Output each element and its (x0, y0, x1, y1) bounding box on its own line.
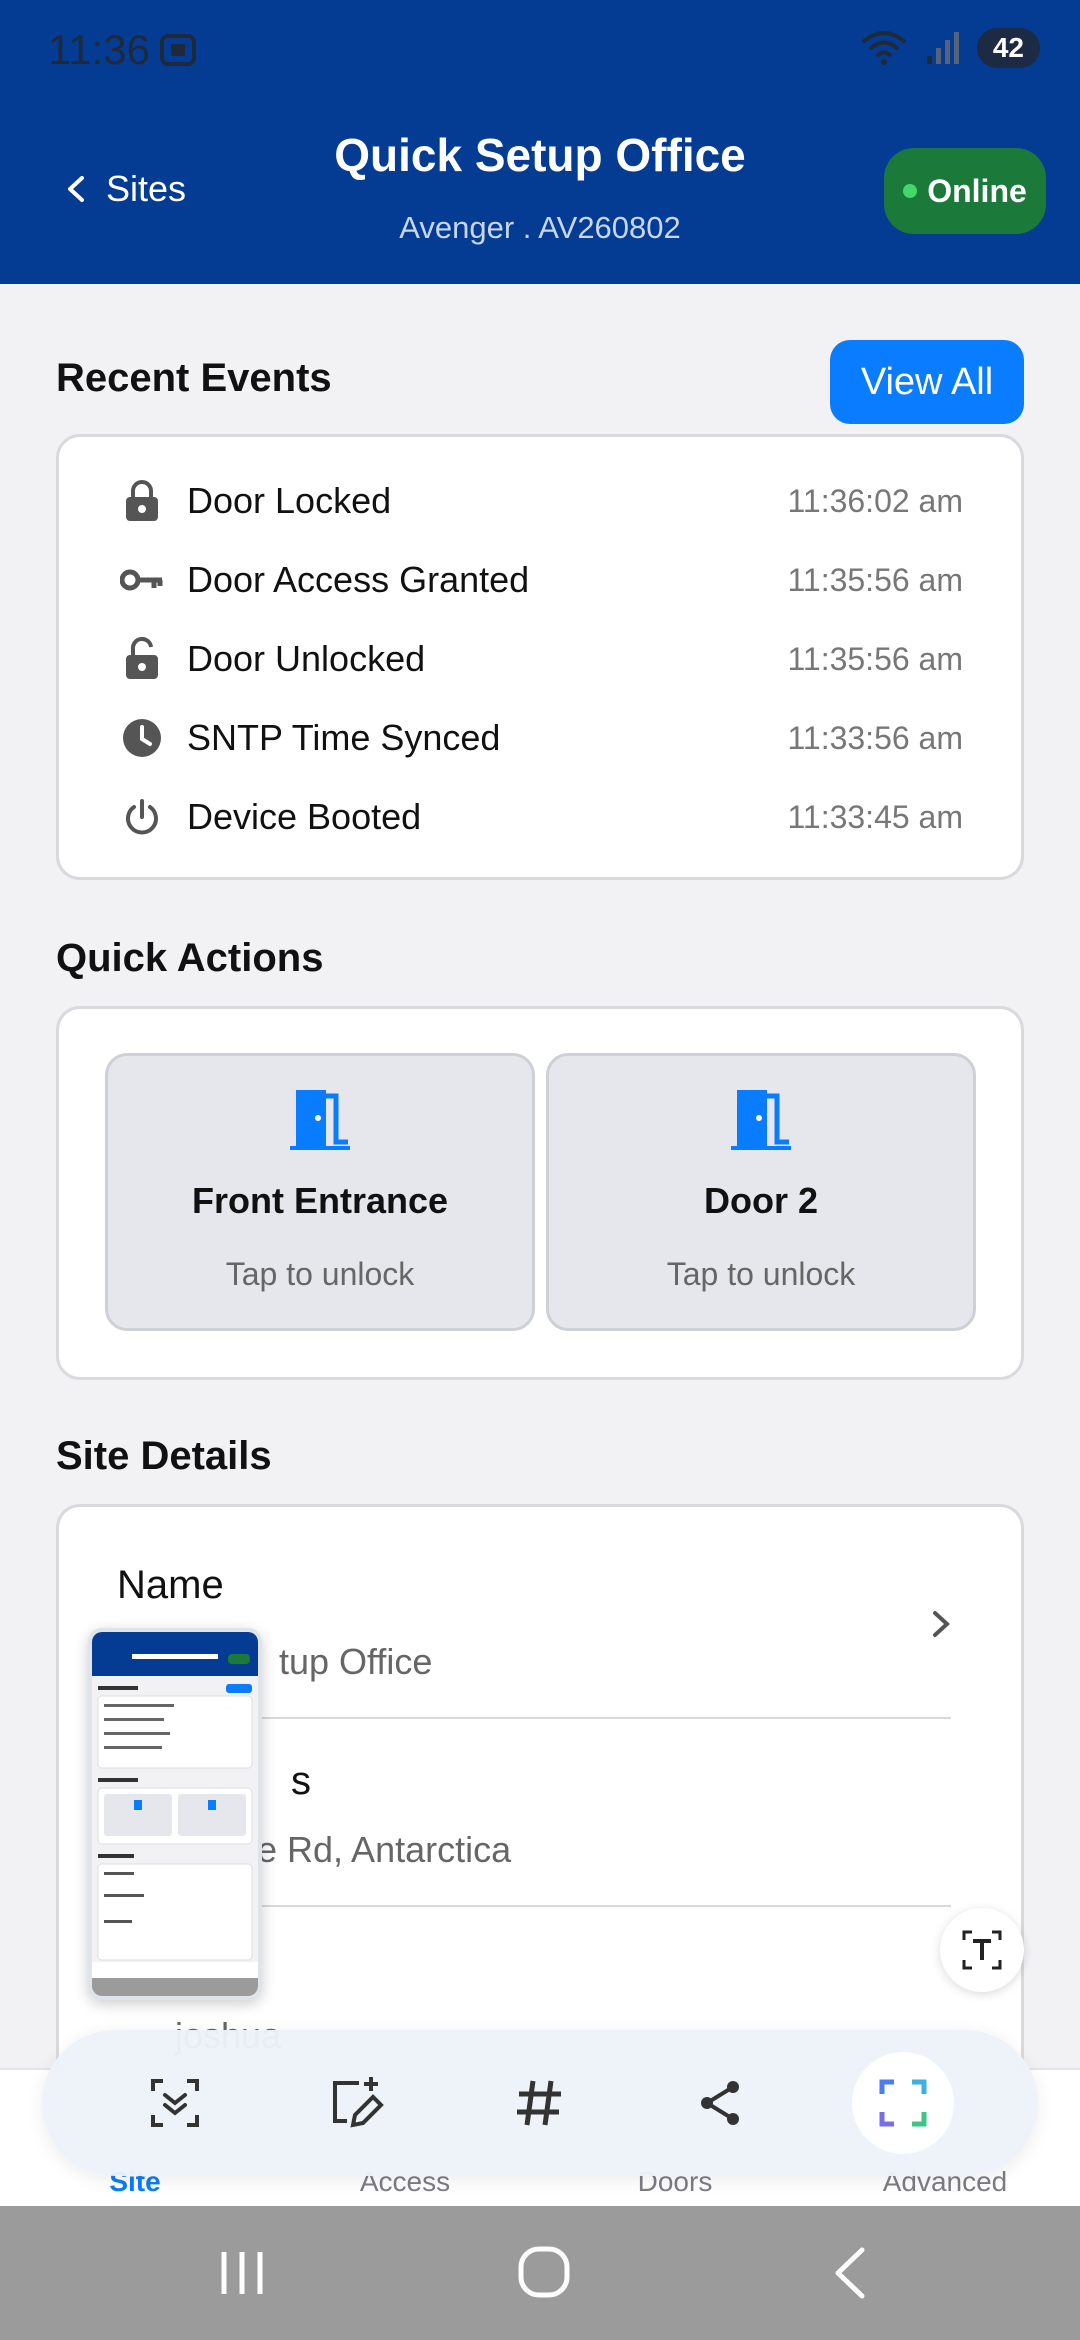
hashtag-icon (517, 2080, 561, 2126)
screenshot-preview-image (92, 1632, 258, 1996)
home-icon[interactable] (516, 2244, 572, 2300)
front-entrance-unlock-button[interactable]: Front Entrance Tap to unlock (105, 1053, 535, 1331)
action-subtitle: Tap to unlock (666, 1256, 856, 1292)
crop-frame-icon (879, 2079, 927, 2127)
recent-events-title: Recent Events (56, 356, 332, 400)
site-details-title: Site Details (56, 1434, 272, 1478)
door-2-unlock-button[interactable]: Door 2 Tap to unlock (546, 1053, 976, 1331)
screenshot-toolbar (42, 2030, 1038, 2176)
recent-apps-icon[interactable] (214, 2246, 270, 2300)
online-label: Online (927, 172, 1027, 209)
status-icons: 42 (859, 28, 1040, 68)
lock-open-icon (117, 634, 167, 684)
quick-actions-title: Quick Actions (56, 936, 324, 980)
text-extract-icon (962, 1930, 1002, 1970)
door-icon (108, 1086, 532, 1150)
share-button[interactable] (670, 2052, 772, 2154)
action-name: Front Entrance (191, 1180, 449, 1221)
draw-button[interactable] (306, 2052, 408, 2154)
extract-text-button[interactable] (940, 1908, 1024, 1992)
status-time: 11:36 (48, 26, 150, 73)
scroll-capture-button[interactable] (124, 2052, 226, 2154)
back-nav-icon[interactable] (830, 2246, 870, 2300)
share-icon (701, 2081, 739, 2125)
action-name: Door 2 (703, 1180, 818, 1221)
event-label: Door Access Granted (187, 559, 530, 600)
event-time: 11:35:56 am (787, 640, 963, 677)
power-icon (117, 792, 167, 842)
address-value: e Rd, Antarctica (257, 1829, 512, 1870)
event-time: 11:33:56 am (787, 719, 963, 756)
app-header: 11:36 42 Sites Quick Setup Office Avenge… (0, 0, 1080, 284)
lock-icon (117, 476, 167, 526)
clock-icon (117, 713, 167, 763)
hashtag-button[interactable] (488, 2052, 590, 2154)
key-icon (117, 555, 167, 605)
event-time: 11:36:02 am (787, 482, 963, 519)
event-label: Door Locked (187, 480, 392, 521)
event-row[interactable]: Door Locked 11:36:02 am (117, 471, 963, 531)
name-label: Name (117, 1563, 224, 1607)
event-row[interactable]: SNTP Time Synced 11:33:56 am (117, 708, 963, 768)
battery-indicator: 42 (976, 28, 1040, 68)
address-label: s (291, 1759, 311, 1803)
event-label: Device Booted (187, 796, 422, 837)
event-row[interactable]: Device Booted 11:33:45 am (117, 787, 963, 847)
chevron-right-icon (933, 1611, 950, 1637)
scroll-capture-icon (151, 2079, 199, 2127)
screenshot-thumbnail[interactable] (88, 1628, 262, 2000)
crop-button[interactable] (852, 2052, 954, 2154)
event-time: 11:35:56 am (787, 561, 963, 598)
quick-actions-card: Front Entrance Tap to unlock Door 2 Tap … (56, 1006, 1024, 1380)
online-dot-icon (903, 184, 918, 198)
view-all-button[interactable]: View All (830, 340, 1024, 424)
draw-icon (333, 2077, 384, 2128)
action-subtitle: Tap to unlock (225, 1256, 415, 1292)
door-icon (549, 1086, 973, 1150)
event-label: Door Unlocked (187, 638, 426, 679)
name-value: tup Office (279, 1641, 433, 1682)
event-label: SNTP Time Synced (187, 717, 501, 758)
event-row[interactable]: Door Access Granted 11:35:56 am (117, 550, 963, 610)
recent-events-card: Door Locked 11:36:02 am Door Access Gran… (56, 434, 1024, 880)
event-row[interactable]: Door Unlocked 11:35:56 am (117, 629, 963, 689)
event-time: 11:33:45 am (787, 798, 963, 835)
system-navigation-bar (0, 2206, 1080, 2340)
online-status-badge: Online (884, 148, 1046, 234)
screenshot-status-icon (160, 34, 196, 66)
signal-icon (926, 32, 959, 64)
wifi-icon (861, 31, 907, 65)
